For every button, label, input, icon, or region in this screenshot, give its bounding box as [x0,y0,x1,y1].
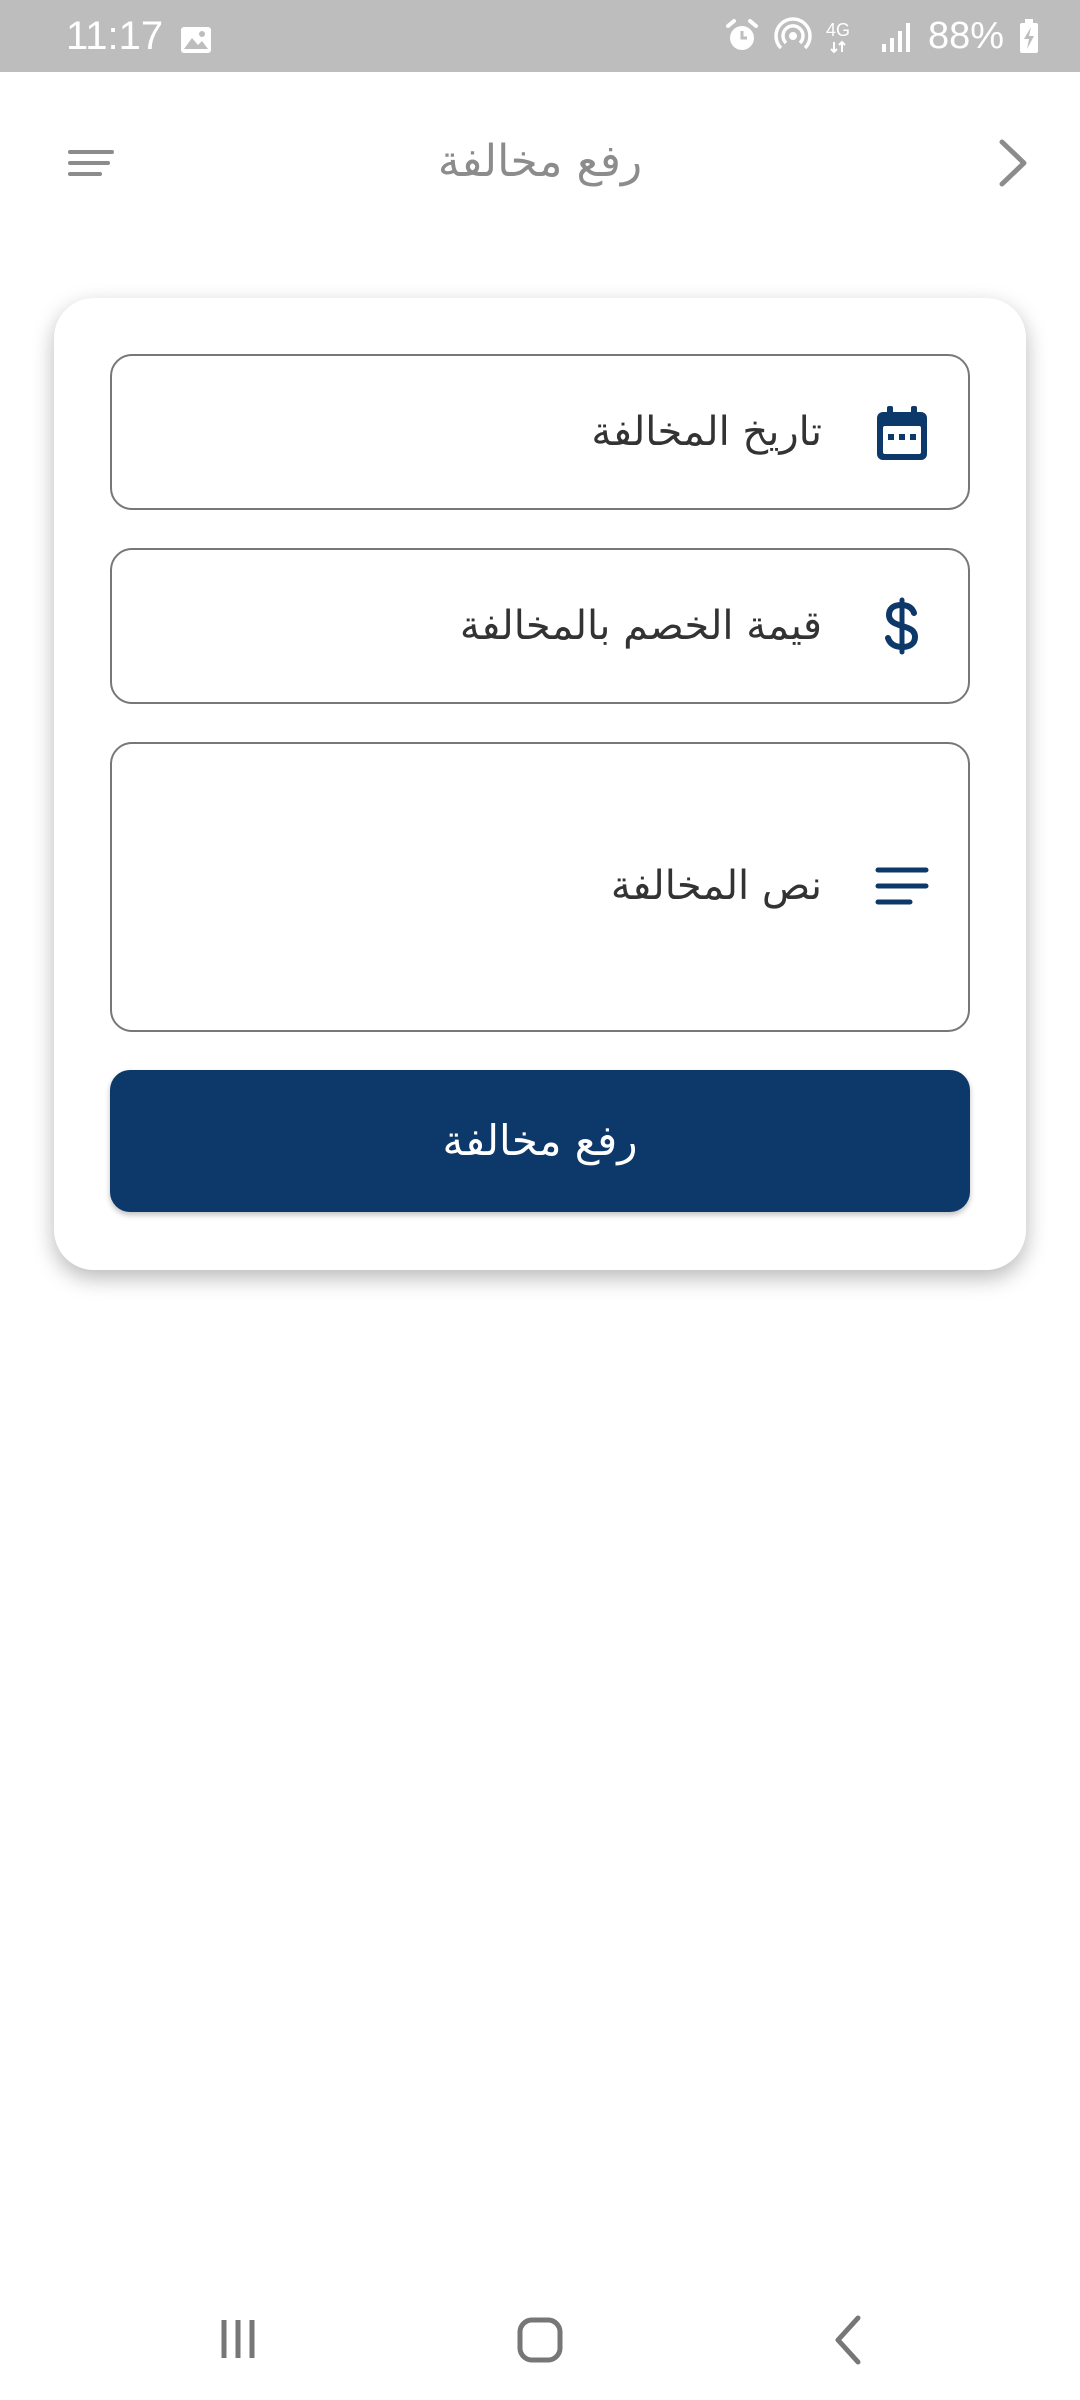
app-bar: رفع مخالفة [0,72,1080,252]
violation-date-field[interactable]: تاريخ المخالفة [110,354,970,510]
page-title: رفع مخالفة [437,136,643,187]
submit-violation-button[interactable]: رفع مخالفة [110,1070,970,1212]
gallery-icon [181,27,211,53]
text-lines-icon [875,867,929,905]
system-nav-bar [0,2290,1080,2400]
svg-text:4G: 4G [826,20,850,40]
chevron-right-icon[interactable] [980,130,1040,196]
alarm-icon [725,19,758,50]
violation-text-label: نص المخالفة [610,863,822,909]
battery-charging-icon [1020,19,1038,53]
deduction-amount-label: قيمة الخصم بالمخالفة [459,603,822,649]
status-bar: 11:17 4G 88% [0,0,1080,72]
dollar-icon [885,597,919,655]
signal-icon [881,23,910,52]
battery-percent: 88% [927,15,1004,57]
network-4g-icon: 4G [826,20,850,54]
deduction-amount-field[interactable]: قيمة الخصم بالمخالفة [110,548,970,704]
recents-icon[interactable] [210,2310,266,2370]
calendar-icon [877,406,927,460]
violation-date-label: تاريخ المخالفة [591,409,822,455]
status-time: 11:17 [66,14,164,58]
status-icons: 4G 88% [724,14,1040,58]
back-icon[interactable] [820,2310,876,2370]
violation-text-field[interactable]: نص المخالفة [110,742,970,1032]
violation-form-card: تاريخ المخالفة قيمة الخصم بالمخالفة نص ا… [54,298,1026,1270]
hotspot-icon [774,17,812,50]
home-icon[interactable] [512,2310,568,2370]
